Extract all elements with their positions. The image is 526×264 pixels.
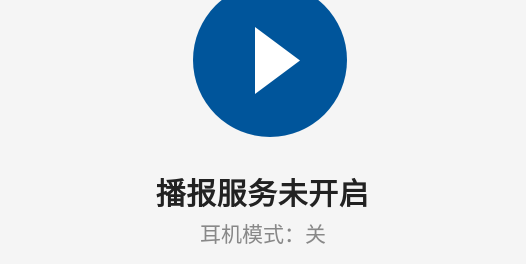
play-icon bbox=[193, 0, 347, 137]
earphone-mode-label: 耳机模式：关 bbox=[200, 223, 326, 247]
status-title: 播报服务未开启 bbox=[156, 177, 370, 212]
play-button[interactable] bbox=[193, 0, 347, 137]
broadcast-screen: 播报服务未开启 耳机模式：关 bbox=[0, 0, 526, 264]
